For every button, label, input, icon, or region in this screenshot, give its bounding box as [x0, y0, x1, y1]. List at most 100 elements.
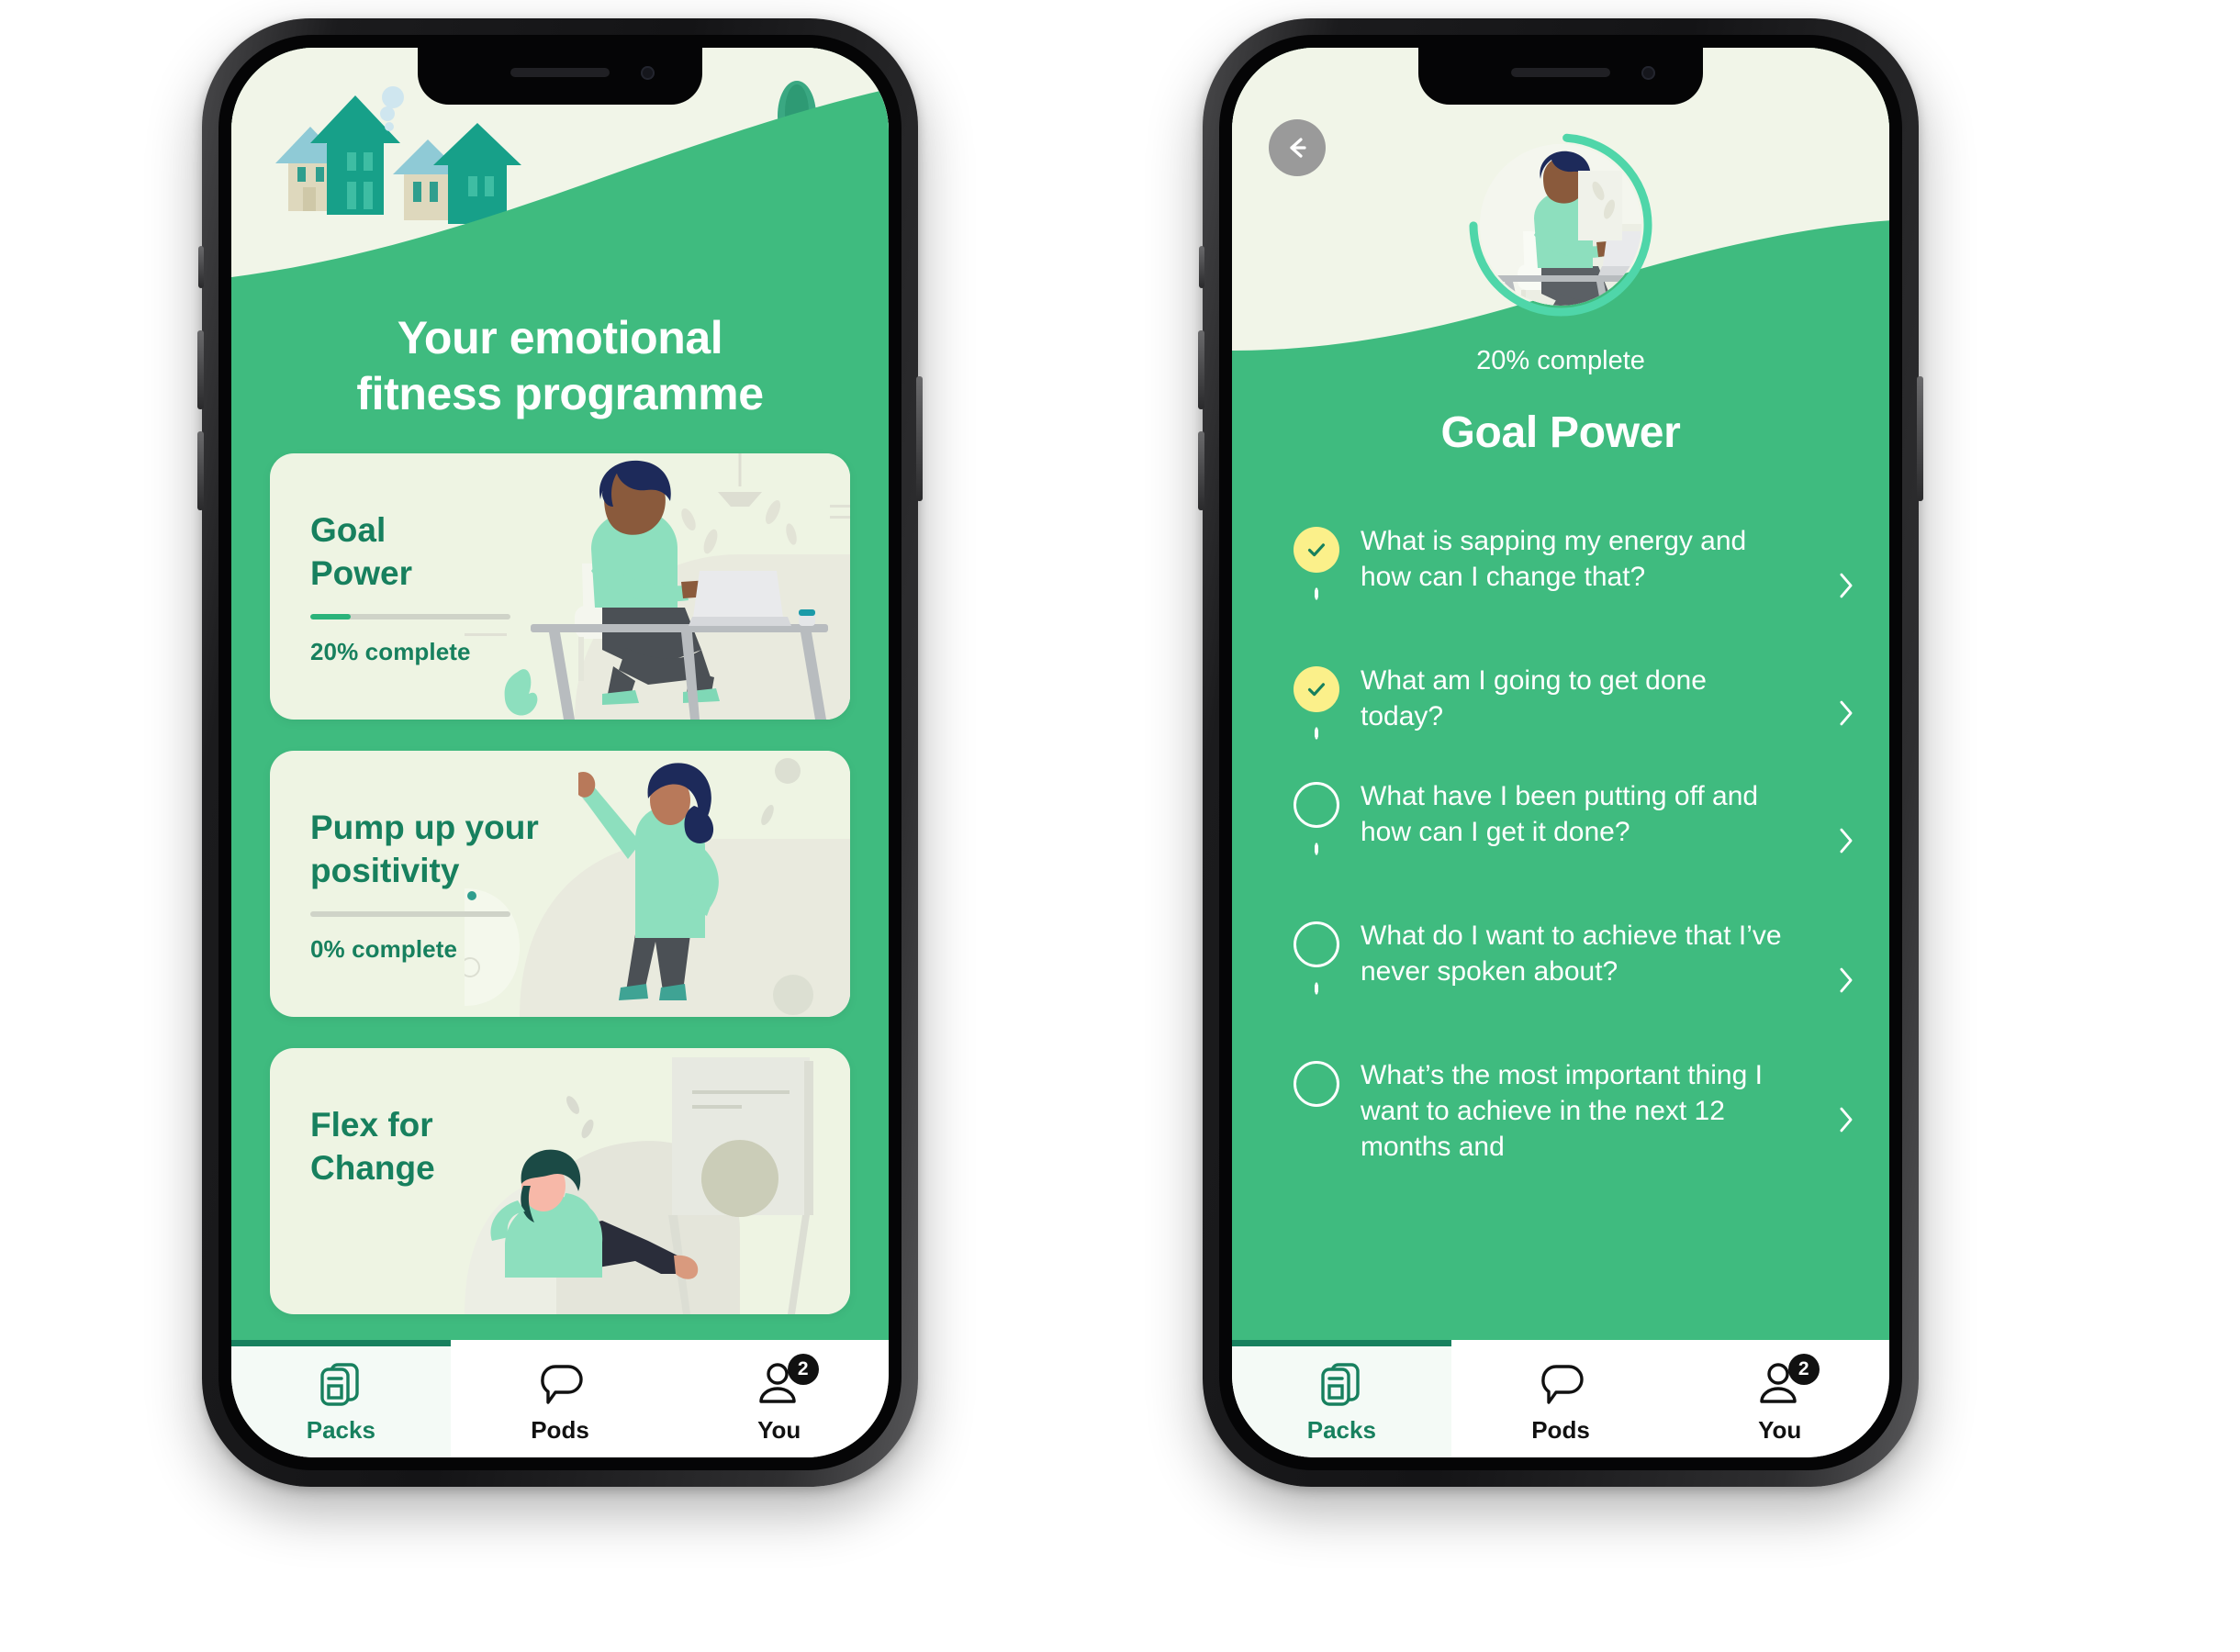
volume-up-button[interactable]	[1198, 330, 1204, 409]
tab-pods[interactable]: Pods	[1451, 1340, 1671, 1457]
question-status-column	[1272, 655, 1361, 747]
pack-title-line-2: Change	[310, 1149, 435, 1188]
pack-title-line-2: positivity	[310, 852, 460, 890]
timeline-dots	[1313, 723, 1320, 747]
progress-label: 20% complete	[310, 638, 471, 665]
volume-up-button[interactable]	[197, 330, 204, 409]
pack-title-line-1: Flex for	[310, 1106, 433, 1144]
question-text: What is sapping my energy and how can I …	[1361, 526, 1747, 592]
check-icon	[1307, 543, 1326, 557]
tab-label: Pods	[1531, 1415, 1590, 1444]
silent-switch[interactable]	[198, 246, 204, 288]
bottom-tab-bar: Packs Pods 2 You	[231, 1340, 889, 1457]
front-camera	[641, 66, 655, 80]
question-row[interactable]: What am I going to get done today?	[1272, 655, 1856, 771]
pack-progress: 20% complete	[310, 614, 510, 666]
phone-bezel: Your emotional fitness programme Goal Po…	[218, 35, 902, 1470]
pack-card-flex-for-change[interactable]: Flex for Change	[270, 1048, 850, 1314]
pack-card-title: Flex for Change	[310, 1103, 549, 1190]
screen-packs-list: Your emotional fitness programme Goal Po…	[231, 48, 889, 1457]
app-root-right: 20% complete Goal Power What is sapping …	[1232, 48, 1889, 1457]
progress-label: 0% complete	[310, 935, 458, 963]
pack-card-list: Goal Power 20% complete Pump up your pos…	[231, 453, 889, 1314]
pack-avatar-progress-ring	[1469, 133, 1652, 317]
phone-bezel: 20% complete Goal Power What is sapping …	[1219, 35, 1902, 1470]
question-status-column	[1272, 1050, 1361, 1107]
question-status-column	[1272, 771, 1361, 863]
empty-circle-icon	[1294, 782, 1339, 828]
timeline-dots	[1313, 978, 1320, 1002]
headline-line-1: Your emotional	[397, 312, 723, 363]
packs-icon	[316, 1359, 365, 1409]
check-icon	[1307, 683, 1326, 697]
pack-detail-title: Goal Power	[1440, 408, 1681, 457]
packs-scroll-area[interactable]: Your emotional fitness programme Goal Po…	[231, 48, 889, 1340]
tab-label: Packs	[306, 1415, 375, 1444]
empty-circle-icon	[1294, 921, 1339, 967]
progress-bar	[310, 614, 510, 620]
chevron-right-icon[interactable]	[1814, 697, 1856, 730]
question-row[interactable]: What have I been putting off and how can…	[1272, 771, 1856, 910]
tab-label: Pods	[531, 1415, 589, 1444]
question-row[interactable]: What do I want to achieve that I’ve neve…	[1272, 910, 1856, 1050]
tab-you[interactable]: 2 You	[669, 1340, 889, 1457]
power-button[interactable]	[916, 376, 923, 501]
tab-label: Packs	[1306, 1415, 1376, 1444]
screen-pack-detail: 20% complete Goal Power What is sapping …	[1232, 48, 1889, 1457]
earpiece-speaker	[1511, 68, 1610, 77]
phone-notch	[418, 48, 702, 105]
tab-pods[interactable]: Pods	[451, 1340, 670, 1457]
silent-switch[interactable]	[1199, 246, 1204, 288]
headline-line-2: fitness programme	[356, 368, 764, 419]
chat-bubble-icon	[1536, 1359, 1585, 1409]
front-camera	[1641, 66, 1655, 80]
question-row[interactable]: What is sapping my energy and how can I …	[1272, 516, 1856, 655]
pack-title-line-1: Goal	[310, 511, 386, 549]
chat-bubble-icon	[535, 1359, 585, 1409]
person-icon: 2	[755, 1353, 819, 1409]
tab-packs[interactable]: Packs	[1232, 1340, 1451, 1457]
check-circle-icon	[1294, 666, 1339, 712]
tab-label: You	[757, 1415, 801, 1444]
pack-title-line-2: Power	[310, 554, 413, 593]
you-badge: 2	[787, 1353, 819, 1385]
earpiece-speaker	[510, 68, 610, 77]
pack-progress-label: 20% complete	[1476, 346, 1645, 375]
question-status-column	[1272, 516, 1361, 608]
volume-down-button[interactable]	[1198, 431, 1204, 510]
question-text: What have I been putting off and how can…	[1361, 781, 1759, 847]
tab-packs[interactable]: Packs	[231, 1340, 451, 1457]
pack-card-goal-power[interactable]: Goal Power 20% complete	[270, 453, 850, 720]
tab-label: You	[1758, 1415, 1802, 1444]
question-list: What is sapping my energy and how can I …	[1232, 516, 1889, 1340]
phone-notch	[1418, 48, 1703, 105]
timeline-dots	[1313, 584, 1320, 608]
pack-card-pump-up-your-positivity[interactable]: Pump up your positivity 0% complete	[270, 751, 850, 1017]
person-icon: 2	[1755, 1353, 1820, 1409]
pack-card-title: Pump up your positivity	[310, 806, 549, 893]
question-row[interactable]: What’s the most important thing I want t…	[1272, 1050, 1856, 1189]
progress-bar	[310, 911, 510, 917]
question-status-column	[1272, 910, 1361, 1002]
page-title: Your emotional fitness programme	[231, 310, 889, 422]
bottom-tab-bar: Packs Pods 2 You	[1232, 1340, 1889, 1457]
empty-circle-icon	[1294, 1061, 1339, 1107]
check-circle-icon	[1294, 527, 1339, 573]
chevron-right-icon[interactable]	[1814, 964, 1856, 997]
phone-mockup-left: Your emotional fitness programme Goal Po…	[197, 18, 923, 1487]
pack-card-title: Goal Power	[310, 508, 549, 596]
volume-down-button[interactable]	[197, 431, 204, 510]
chevron-right-icon[interactable]	[1814, 1103, 1856, 1136]
tab-you[interactable]: 2 You	[1670, 1340, 1889, 1457]
question-text: What’s the most important thing I want t…	[1361, 1060, 1763, 1162]
app-root-left: Your emotional fitness programme Goal Po…	[231, 48, 889, 1457]
question-text: What am I going to get done today?	[1361, 665, 1707, 731]
pack-detail-scroll-area[interactable]: 20% complete Goal Power What is sapping …	[1232, 48, 1889, 1340]
phone-mockup-right: 20% complete Goal Power What is sapping …	[1198, 18, 1923, 1487]
back-button[interactable]	[1269, 119, 1326, 176]
power-button[interactable]	[1917, 376, 1923, 501]
chevron-right-icon[interactable]	[1814, 569, 1856, 602]
chevron-right-icon[interactable]	[1814, 824, 1856, 857]
timeline-dots	[1313, 839, 1320, 863]
arrow-left-icon	[1290, 138, 1306, 158]
